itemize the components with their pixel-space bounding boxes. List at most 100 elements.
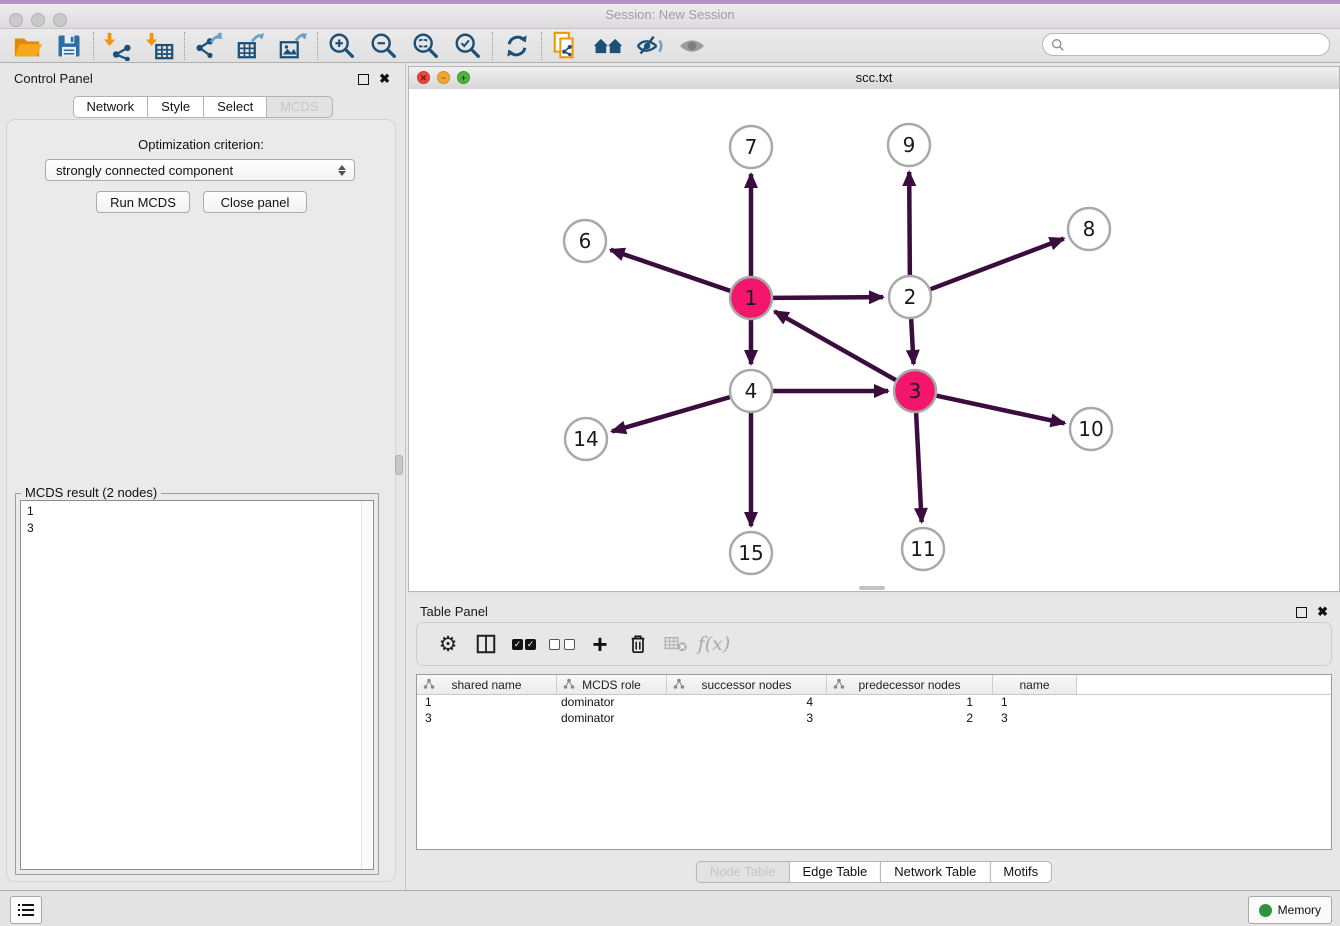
graph-node-label-10: 10 (1078, 417, 1103, 441)
search-icon (1051, 38, 1065, 52)
cell-name[interactable]: 3 (993, 711, 1077, 727)
close-panel-icon[interactable]: ✖ (379, 71, 390, 87)
refresh-button[interactable] (496, 30, 538, 62)
open-session-button[interactable] (6, 30, 48, 62)
cell-name[interactable]: 1 (993, 695, 1077, 711)
list-icon (18, 903, 34, 917)
float-panel-icon[interactable] (358, 74, 369, 85)
graph-edge-4-14[interactable] (612, 397, 730, 431)
mcds-result-textarea[interactable]: 1 3 (20, 500, 374, 870)
column-header-predecessor-nodes[interactable]: predecessor nodes (827, 675, 993, 694)
column-header-mcds-role[interactable]: MCDS role (557, 675, 667, 694)
graph-edge-3-1[interactable] (774, 311, 895, 380)
hide-selected-button[interactable] (629, 30, 671, 62)
unchecked-box-icon (564, 639, 575, 650)
graph-edge-3-11[interactable] (916, 413, 922, 522)
import-table-button[interactable] (139, 30, 181, 62)
zoom-selected-button[interactable] (447, 30, 489, 62)
split-panel-button[interactable] (467, 627, 505, 661)
panel-splitter-grip[interactable] (395, 455, 403, 475)
cell-predecessor-nodes[interactable]: 1 (827, 695, 993, 711)
mcds-result-legend: MCDS result (2 nodes) (21, 485, 161, 500)
deselect-all-button[interactable] (543, 627, 581, 661)
table-row[interactable]: 1 dominator 4 1 1 (417, 695, 1331, 711)
memory-button[interactable]: Memory (1248, 896, 1332, 924)
zoom-fit-button[interactable] (405, 30, 447, 62)
float-table-panel-icon[interactable] (1296, 607, 1307, 618)
tab-style[interactable]: Style (147, 96, 204, 118)
network-view-window: ✕ − + scc.txt 1234678910111415 (408, 66, 1340, 592)
import-network-button[interactable] (97, 30, 139, 62)
optimization-criterion-label: Optimization criterion: (7, 137, 395, 152)
export-network-button[interactable] (188, 30, 230, 62)
network-canvas[interactable]: 1234678910111415 (409, 89, 1339, 591)
delete-table-button[interactable] (657, 627, 695, 661)
search-field[interactable] (1042, 33, 1330, 56)
memory-status-icon (1259, 904, 1272, 917)
delete-table-icon (664, 635, 688, 653)
add-column-button[interactable]: + (581, 627, 619, 661)
column-header-name[interactable]: name (993, 675, 1077, 694)
column-label: name (1019, 678, 1049, 692)
save-session-button[interactable] (48, 30, 90, 62)
search-input[interactable] (1065, 35, 1329, 55)
graph-edge-2-3[interactable] (911, 319, 913, 364)
cell-shared-name[interactable]: 3 (417, 711, 557, 727)
cell-successor-nodes[interactable]: 3 (667, 711, 827, 727)
home-neighbors-button[interactable] (587, 30, 629, 62)
clone-network-button[interactable] (545, 30, 587, 62)
cell-shared-name[interactable]: 1 (417, 695, 557, 711)
memory-label: Memory (1278, 903, 1321, 917)
table-panel: Table Panel ✖ ⚙ ✓ ✓ + (408, 596, 1340, 890)
toolbar-separator (184, 32, 185, 60)
mcds-result-text: 1 3 (27, 503, 34, 537)
graph-edge-3-10[interactable] (937, 396, 1065, 424)
run-mcds-button[interactable]: Run MCDS (96, 191, 190, 213)
tab-network[interactable]: Network (72, 96, 148, 118)
close-table-panel-icon[interactable]: ✖ (1317, 604, 1328, 620)
result-scrollbar[interactable] (361, 501, 373, 869)
zoom-in-button[interactable] (321, 30, 363, 62)
network-window-title: scc.txt (409, 67, 1339, 89)
zoom-in-icon (327, 31, 357, 61)
zoom-out-button[interactable] (363, 30, 405, 62)
tab-mcds[interactable]: MCDS (266, 96, 332, 118)
graph-edge-1-6[interactable] (611, 250, 731, 291)
graph-edge-1-2[interactable] (773, 297, 883, 298)
export-table-button[interactable] (230, 30, 272, 62)
graph-node-label-8: 8 (1083, 217, 1096, 241)
column-label: predecessor nodes (858, 678, 960, 692)
select-all-button[interactable]: ✓ ✓ (505, 627, 543, 661)
tab-motifs[interactable]: Motifs (989, 861, 1052, 883)
cell-predecessor-nodes[interactable]: 2 (827, 711, 993, 727)
column-header-successor-nodes[interactable]: successor nodes (667, 675, 827, 694)
close-panel-button[interactable]: Close panel (203, 191, 307, 213)
criterion-dropdown[interactable]: strongly connected component (45, 159, 355, 181)
graph-edge-2-9[interactable] (909, 172, 910, 275)
show-all-button[interactable] (671, 30, 713, 62)
function-builder-button[interactable]: f(x) (695, 627, 733, 661)
table-row[interactable]: 3 dominator 3 2 3 (417, 711, 1331, 727)
graph-edge-2-8[interactable] (931, 239, 1064, 290)
network-hscroll-thumb[interactable] (859, 586, 885, 590)
network-window-titlebar[interactable]: ✕ − + scc.txt (409, 67, 1339, 90)
tab-edge-table[interactable]: Edge Table (788, 861, 881, 883)
delete-column-button[interactable] (619, 627, 657, 661)
export-image-button[interactable] (272, 30, 314, 62)
cell-mcds-role[interactable]: dominator (557, 695, 667, 711)
zoom-out-icon (369, 31, 399, 61)
export-table-icon (236, 31, 266, 61)
toolbar-separator (93, 32, 94, 60)
houses-icon (592, 31, 624, 61)
graph-node-label-1: 1 (745, 286, 758, 310)
column-header-shared-name[interactable]: shared name (417, 675, 557, 694)
tab-select[interactable]: Select (203, 96, 267, 118)
task-history-button[interactable] (10, 896, 42, 924)
cell-mcds-role[interactable]: dominator (557, 711, 667, 727)
cell-successor-nodes[interactable]: 4 (667, 695, 827, 711)
tab-network-table[interactable]: Network Table (880, 861, 990, 883)
tab-node-table[interactable]: Node Table (696, 861, 790, 883)
export-image-icon (278, 31, 308, 61)
toolbar-separator (541, 32, 542, 60)
column-settings-button[interactable]: ⚙ (429, 627, 467, 661)
